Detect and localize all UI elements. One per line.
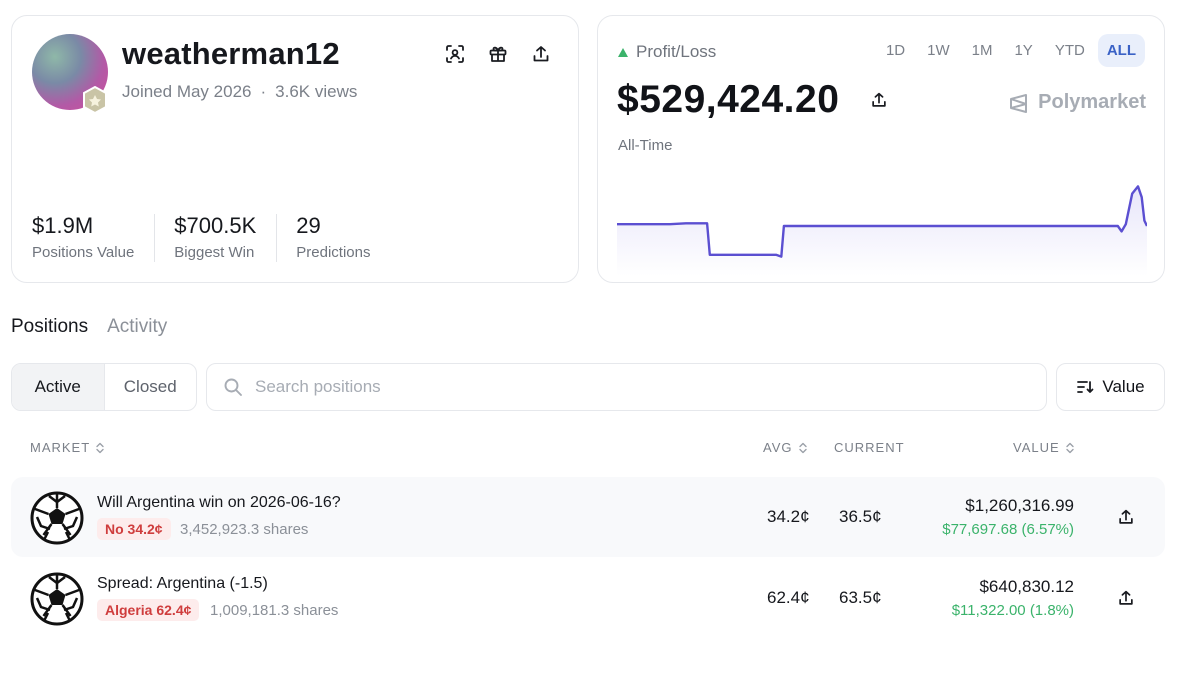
pnl-value: $529,424.20 [617, 78, 840, 121]
sort-button[interactable]: Value [1056, 363, 1165, 411]
closed-filter-button[interactable]: Closed [105, 364, 197, 410]
pnl-label: Profit/Loss [636, 42, 717, 61]
share-icon[interactable] [1115, 587, 1137, 609]
avg-price: 34.2¢ [767, 507, 810, 526]
polymarket-logo-icon [1010, 93, 1028, 113]
range-1y[interactable]: 1Y [1005, 34, 1041, 67]
soccer-ball-icon [30, 572, 84, 626]
sort-chevrons-icon [96, 442, 104, 453]
header-current-label: CURRENT [834, 440, 905, 455]
content-tabs: Positions Activity [11, 316, 167, 338]
time-range-selector: 1D 1W 1M 1Y YTD ALL [877, 34, 1145, 67]
stat-label: Predictions [296, 244, 371, 261]
market-title[interactable]: Will Argentina win on 2026-06-16? [97, 494, 341, 512]
position-change: $11,322.00 (1.8%) [951, 602, 1074, 619]
stat-label: Biggest Win [174, 244, 255, 261]
profile-meta: Joined May 2026 · 3.6K views [122, 82, 357, 102]
profile-stats: $1.9M Positions Value $700.5K Biggest Wi… [32, 214, 409, 262]
stat-value: 29 [296, 213, 321, 238]
stat-positions-value: $1.9M Positions Value [32, 213, 156, 262]
tab-positions[interactable]: Positions [11, 316, 88, 338]
pnl-period: All-Time [618, 137, 673, 154]
pnl-header: Profit/Loss [618, 42, 716, 62]
view-count: 3.6K views [275, 82, 358, 101]
gift-icon[interactable] [486, 42, 510, 66]
table-row[interactable]: Spread: Argentina (-1.5) Algeria 62.4¢ 1… [11, 558, 1165, 638]
share-icon[interactable] [529, 42, 553, 66]
current-price: 36.5¢ [839, 507, 882, 526]
shares-count: 3,452,923.3 shares [180, 521, 309, 538]
header-avg[interactable]: AVG [763, 440, 808, 455]
meta-separator: · [260, 82, 267, 101]
range-1m[interactable]: 1M [963, 34, 1002, 67]
outcome-badge: Algeria 62.4¢ [97, 599, 200, 621]
position-change: $77,697.68 (6.57%) [942, 521, 1074, 538]
avg-price: 62.4¢ [767, 588, 810, 607]
shield-badge-icon [83, 86, 107, 114]
search-icon [224, 378, 242, 396]
header-avg-label: AVG [763, 440, 793, 455]
sort-label: Value [1102, 377, 1145, 396]
stat-value: $700.5K [174, 213, 257, 238]
active-filter-button[interactable]: Active [12, 364, 105, 410]
polymarket-brand: Polymarket [1008, 91, 1146, 114]
header-market[interactable]: MARKET [30, 440, 105, 455]
header-value-label: VALUE [1013, 440, 1060, 455]
share-icon[interactable] [1115, 506, 1137, 528]
soccer-ball-icon [30, 491, 84, 545]
search-box [206, 363, 1047, 411]
profile-card: weatherman12 Joined May 2026 · 3.6K views … [11, 15, 579, 283]
stat-value: $1.9M [32, 213, 94, 238]
current-price: 63.5¢ [839, 588, 882, 607]
stat-label: Positions Value [32, 244, 135, 261]
search-input[interactable] [255, 377, 955, 397]
pnl-area-fill [617, 186, 1147, 276]
stat-biggest-win: $700.5K Biggest Win [174, 213, 278, 262]
sort-chevrons-icon [798, 442, 807, 453]
header-value[interactable]: VALUE [1013, 440, 1075, 455]
outcome-badge: No 34.2¢ [97, 518, 171, 540]
triangle-up-icon [618, 47, 628, 57]
joined-date: Joined May 2026 [122, 82, 252, 101]
status-toggle: Active Closed [11, 363, 197, 411]
tab-activity[interactable]: Activity [107, 316, 167, 338]
profit-loss-card: Profit/Loss 1D 1W 1M 1Y YTD ALL $529,424… [597, 15, 1165, 283]
header-market-label: MARKET [30, 440, 91, 455]
range-1w[interactable]: 1W [918, 34, 959, 67]
market-title[interactable]: Spread: Argentina (-1.5) [97, 575, 268, 593]
range-1d[interactable]: 1D [877, 34, 914, 67]
sort-chevrons-icon [1065, 442, 1074, 453]
range-ytd[interactable]: YTD [1046, 34, 1094, 67]
stat-predictions: 29 Predictions [296, 214, 390, 262]
share-icon[interactable] [868, 89, 890, 111]
username: weatherman12 [122, 36, 340, 71]
position-value: $640,830.12 [979, 577, 1074, 596]
brand-name: Polymarket [1038, 91, 1146, 113]
sort-icon [1077, 381, 1094, 393]
header-current: CURRENT [834, 440, 905, 455]
position-value: $1,260,316.99 [965, 496, 1074, 515]
range-all[interactable]: ALL [1097, 34, 1145, 67]
table-row[interactable]: Will Argentina win on 2026-06-16? No 34.… [11, 477, 1165, 557]
shares-count: 1,009,181.3 shares [210, 602, 339, 619]
pnl-line-chart [617, 185, 1147, 276]
scan-icon[interactable] [443, 42, 467, 66]
